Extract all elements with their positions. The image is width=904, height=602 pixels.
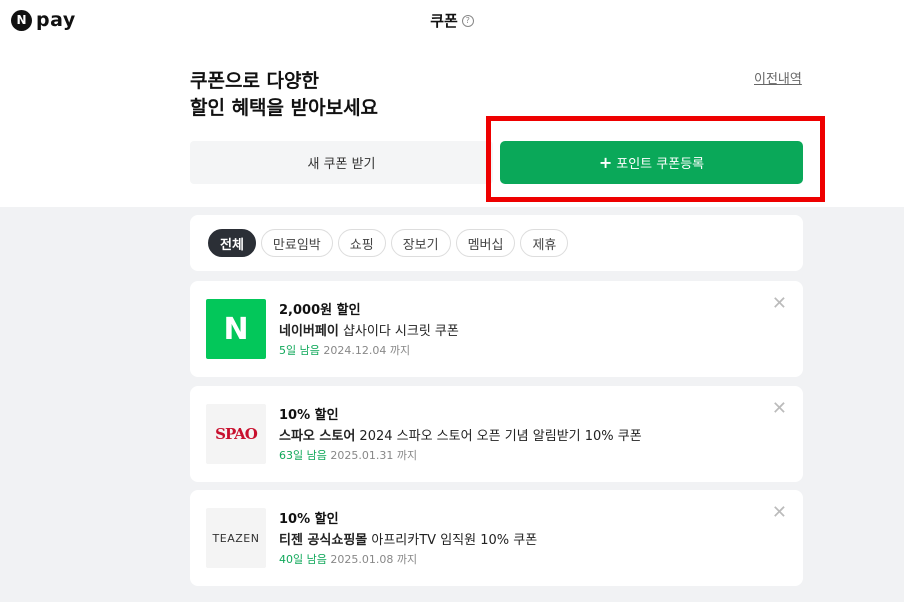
spao-logo: SPAO bbox=[206, 404, 266, 464]
naver-logo: N bbox=[206, 299, 266, 359]
close-icon[interactable]: ✕ bbox=[772, 295, 787, 313]
coupon-store: 스파오 스토어 bbox=[279, 429, 356, 444]
filter-chip-partnership[interactable]: 제휴 bbox=[520, 229, 569, 257]
coupon-title: 샵사이다 시크릿 쿠폰 bbox=[338, 324, 459, 339]
coupon-store: 티젠 공식쇼핑몰 bbox=[279, 533, 368, 548]
hero-text: 쿠폰으로 다양한 할인 혜택을 받아보세요 bbox=[190, 68, 378, 122]
coupon-expiry: 40일 남음 2025.01.08 까지 bbox=[279, 551, 417, 567]
new-coupon-label: 새 쿠폰 받기 bbox=[307, 157, 376, 172]
coupon-title: 아프리카TV 임직원 10% 쿠폰 bbox=[367, 533, 538, 548]
history-link[interactable]: 이전내역 bbox=[754, 68, 802, 87]
coupon-expiry-date: 2025.01.31 까지 bbox=[326, 449, 418, 462]
coupon-card[interactable]: TEAZEN 10% 할인 티젠 공식쇼핑몰 아프리카TV 임직원 10% 쿠폰… bbox=[190, 490, 803, 586]
new-coupon-button[interactable]: 새 쿠폰 받기 bbox=[190, 141, 493, 184]
hero-line-1: 쿠폰으로 다양한 bbox=[190, 70, 319, 92]
coupon-amount: 10% 할인 bbox=[279, 408, 339, 423]
coupon-card[interactable]: N 2,000원 할인 네이버페이 샵사이다 시크릿 쿠폰 5일 남음 2024… bbox=[190, 281, 803, 377]
coupon-name: 네이버페이 샵사이다 시크릿 쿠폰 bbox=[279, 320, 459, 339]
coupon-expiry: 63일 남음 2025.01.31 까지 bbox=[279, 447, 417, 463]
register-coupon-label: 포인트 쿠폰등록 bbox=[616, 157, 705, 172]
filter-bar: 전체 만료임박 쇼핑 장보기 멤버십 제휴 bbox=[190, 215, 803, 271]
coupon-name: 티젠 공식쇼핑몰 아프리카TV 임직원 10% 쿠폰 bbox=[279, 529, 537, 548]
coupon-expiry-date: 2025.01.08 까지 bbox=[326, 553, 418, 566]
coupon-expiry: 5일 남음 2024.12.04 까지 bbox=[279, 342, 410, 358]
coupon-amount: 10% 할인 bbox=[279, 512, 339, 527]
help-icon[interactable]: ? bbox=[461, 14, 474, 27]
filter-chip-all[interactable]: 전체 bbox=[208, 229, 256, 257]
coupon-name: 스파오 스토어 2024 스파오 스토어 오픈 기념 알림받기 10% 쿠폰 bbox=[279, 425, 642, 444]
filter-chip-shopping[interactable]: 쇼핑 bbox=[337, 229, 386, 257]
coupon-card[interactable]: SPAO 10% 할인 스파오 스토어 2024 스파오 스토어 오픈 기념 알… bbox=[190, 386, 803, 482]
hero-line-2: 할인 혜택을 받아보세요 bbox=[190, 97, 379, 119]
coupon-title: 2024 스파오 스토어 오픈 기념 알림받기 10% 쿠폰 bbox=[355, 429, 642, 444]
coupon-days-left: 5일 남음 bbox=[279, 344, 320, 357]
filter-chip-membership[interactable]: 멤버십 bbox=[455, 229, 516, 257]
filter-chip-groceries[interactable]: 장보기 bbox=[390, 229, 451, 257]
register-point-coupon-button[interactable]: + 포인트 쿠폰등록 bbox=[500, 141, 803, 184]
filter-chip-expiring[interactable]: 만료임박 bbox=[260, 229, 333, 257]
coupon-store: 네이버페이 bbox=[279, 324, 339, 339]
close-icon[interactable]: ✕ bbox=[772, 504, 787, 522]
coupon-amount: 2,000원 할인 bbox=[279, 303, 361, 318]
plus-icon: + bbox=[598, 152, 613, 172]
coupon-days-left: 63일 남음 bbox=[279, 449, 327, 462]
close-icon[interactable]: ✕ bbox=[772, 400, 787, 418]
page-title-text: 쿠폰 bbox=[430, 12, 458, 30]
page-title: 쿠폰 ? bbox=[0, 10, 904, 31]
coupon-expiry-date: 2024.12.04 까지 bbox=[319, 344, 411, 357]
coupon-days-left: 40일 남음 bbox=[279, 553, 327, 566]
teazen-logo: TEAZEN bbox=[206, 508, 266, 568]
